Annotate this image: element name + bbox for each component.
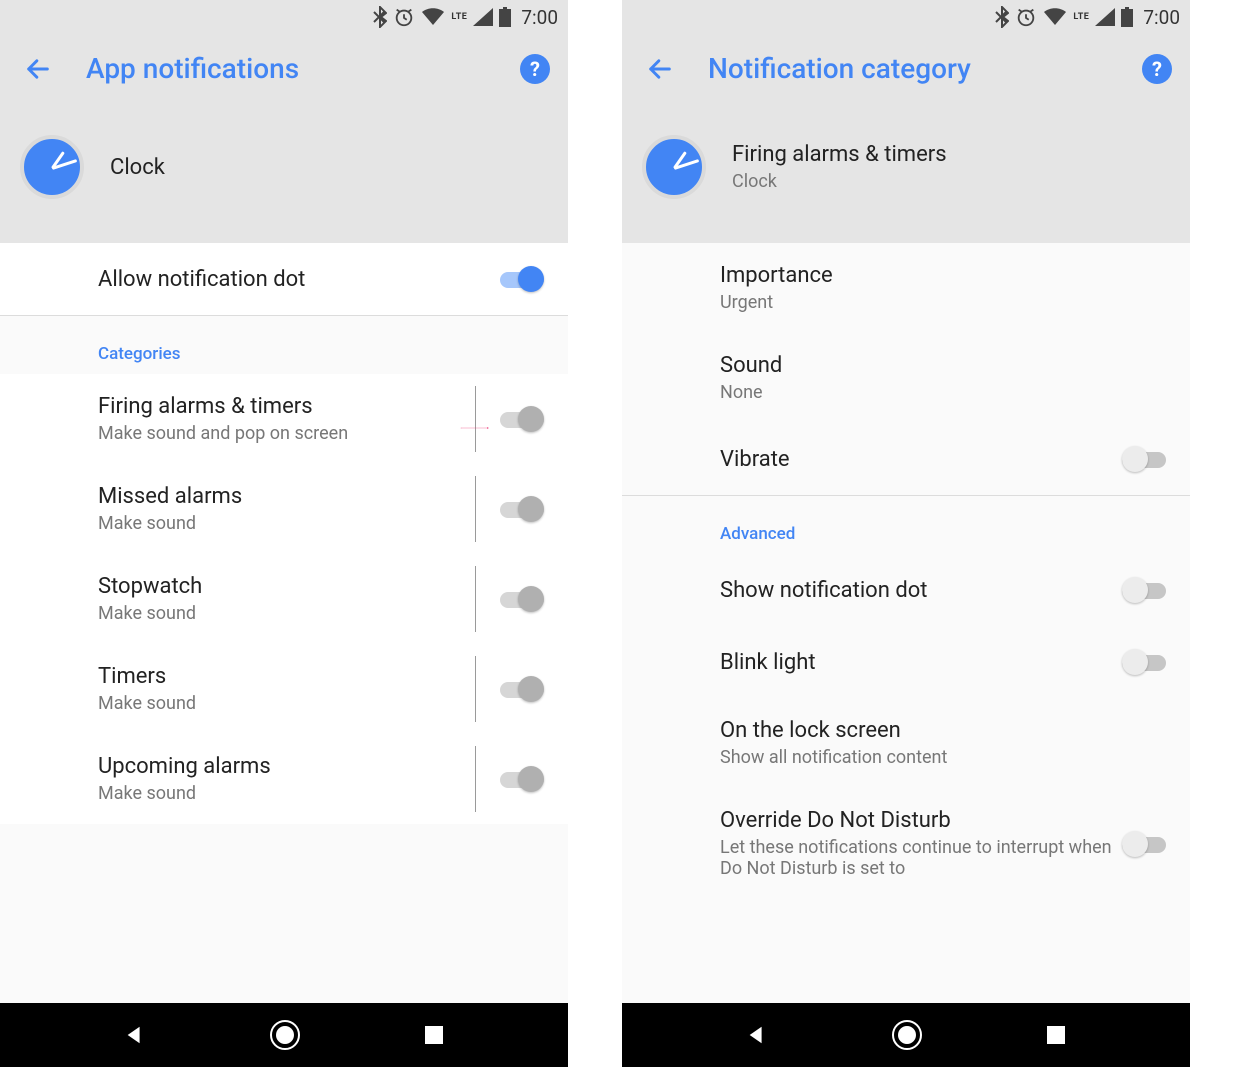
sound-row[interactable]: Sound None: [622, 333, 1190, 423]
nav-home-icon[interactable]: [270, 1020, 300, 1050]
phone-right: LTE 7:00 Notification category ? Firing …: [622, 0, 1190, 1067]
bluetooth-icon: [995, 6, 1009, 28]
back-icon[interactable]: [24, 55, 52, 83]
signal-icon: [473, 8, 493, 26]
show-dot-label: Show notification dot: [720, 578, 1122, 603]
help-icon[interactable]: ?: [1142, 54, 1172, 84]
category-upcoming-alarms[interactable]: Upcoming alarms Make sound: [0, 734, 568, 824]
allow-notification-dot-row[interactable]: Allow notification dot: [0, 243, 568, 315]
separator: [475, 476, 476, 542]
vibrate-row[interactable]: Vibrate: [622, 423, 1190, 495]
category-toggle[interactable]: [500, 496, 544, 522]
category-missed-alarms[interactable]: Missed alarms Make sound: [0, 464, 568, 554]
category-subtitle: Make sound and pop on screen: [98, 423, 475, 444]
status-bar: LTE 7:00: [0, 0, 568, 34]
category-title: Timers: [98, 664, 475, 689]
nav-home-icon[interactable]: [892, 1020, 922, 1050]
content-area: Allow notification dot Categories Firing…: [0, 243, 568, 1003]
app-name: Clock: [110, 155, 165, 180]
category-toggle[interactable]: [500, 586, 544, 612]
lock-screen-label: On the lock screen: [720, 718, 1166, 743]
vibrate-toggle[interactable]: [1122, 446, 1166, 472]
separator: [475, 386, 476, 452]
blink-light-toggle[interactable]: [1122, 649, 1166, 675]
channel-name: Firing alarms & timers: [732, 142, 947, 167]
allow-dot-label: Allow notification dot: [98, 267, 500, 292]
advanced-header: Advanced: [622, 496, 1190, 554]
lte-label: LTE: [451, 12, 467, 22]
blink-light-row[interactable]: Blink light: [622, 626, 1190, 698]
categories-header: Categories: [0, 316, 568, 374]
show-dot-toggle[interactable]: [1122, 577, 1166, 603]
page-title: Notification category: [708, 52, 1108, 85]
battery-icon: [1121, 7, 1133, 27]
category-stopwatch[interactable]: Stopwatch Make sound: [0, 554, 568, 644]
category-subtitle: Make sound: [98, 693, 475, 714]
category-firing-alarms[interactable]: Firing alarms & timers Make sound and po…: [0, 374, 568, 464]
override-dnd-value: Let these notifications continue to inte…: [720, 837, 1122, 879]
category-title: Upcoming alarms: [98, 754, 475, 779]
category-toggle[interactable]: [500, 676, 544, 702]
nav-back-icon[interactable]: [746, 1024, 768, 1046]
app-bar: App notifications ?: [0, 34, 568, 105]
allow-dot-toggle[interactable]: [500, 266, 544, 292]
clock-app-icon: [20, 135, 84, 199]
back-icon[interactable]: [646, 55, 674, 83]
override-dnd-label: Override Do Not Disturb: [720, 808, 1122, 833]
nav-recent-icon[interactable]: [424, 1025, 444, 1045]
separator: [475, 746, 476, 812]
alarm-icon: [393, 6, 415, 28]
app-header: Firing alarms & timers Clock: [622, 105, 1190, 243]
page-title: App notifications: [86, 52, 486, 85]
phone-left: LTE 7:00 App notifications ? Clock Allow…: [0, 0, 568, 1067]
app-header: Clock: [0, 105, 568, 243]
status-time: 7:00: [1143, 6, 1180, 29]
sound-value: None: [720, 382, 1166, 403]
importance-row[interactable]: Importance Urgent: [622, 243, 1190, 333]
show-dot-row[interactable]: Show notification dot: [622, 554, 1190, 626]
app-bar: Notification category ?: [622, 34, 1190, 105]
lock-screen-row[interactable]: On the lock screen Show all notification…: [622, 698, 1190, 788]
category-title: Stopwatch: [98, 574, 475, 599]
lock-screen-value: Show all notification content: [720, 747, 1166, 768]
nav-back-icon[interactable]: [124, 1024, 146, 1046]
category-subtitle: Make sound: [98, 513, 475, 534]
status-time: 7:00: [521, 6, 558, 29]
category-title: Firing alarms & timers: [98, 394, 475, 419]
nav-bar: [0, 1003, 568, 1067]
content-area: Importance Urgent Sound None Vibrate Adv…: [622, 243, 1190, 1003]
category-subtitle: Make sound: [98, 603, 475, 624]
category-subtitle: Make sound: [98, 783, 475, 804]
clock-app-icon: [642, 135, 706, 199]
bluetooth-icon: [373, 6, 387, 28]
blink-light-label: Blink light: [720, 650, 1122, 675]
category-title: Missed alarms: [98, 484, 475, 509]
override-dnd-row[interactable]: Override Do Not Disturb Let these notifi…: [622, 788, 1190, 879]
importance-value: Urgent: [720, 292, 1166, 313]
sound-label: Sound: [720, 353, 1166, 378]
wifi-icon: [421, 8, 445, 26]
battery-icon: [499, 7, 511, 27]
category-timers[interactable]: Timers Make sound: [0, 644, 568, 734]
nav-bar: [622, 1003, 1190, 1067]
importance-label: Importance: [720, 263, 1166, 288]
signal-icon: [1095, 8, 1115, 26]
alarm-icon: [1015, 6, 1037, 28]
override-dnd-toggle[interactable]: [1122, 831, 1166, 857]
separator: [475, 656, 476, 722]
lte-label: LTE: [1073, 12, 1089, 22]
separator: [475, 566, 476, 632]
status-bar: LTE 7:00: [622, 0, 1190, 34]
wifi-icon: [1043, 8, 1067, 26]
vibrate-label: Vibrate: [720, 447, 1122, 472]
help-icon[interactable]: ?: [520, 54, 550, 84]
app-name: Clock: [732, 171, 947, 192]
category-toggle[interactable]: [500, 406, 544, 432]
nav-recent-icon[interactable]: [1046, 1025, 1066, 1045]
category-toggle[interactable]: [500, 766, 544, 792]
